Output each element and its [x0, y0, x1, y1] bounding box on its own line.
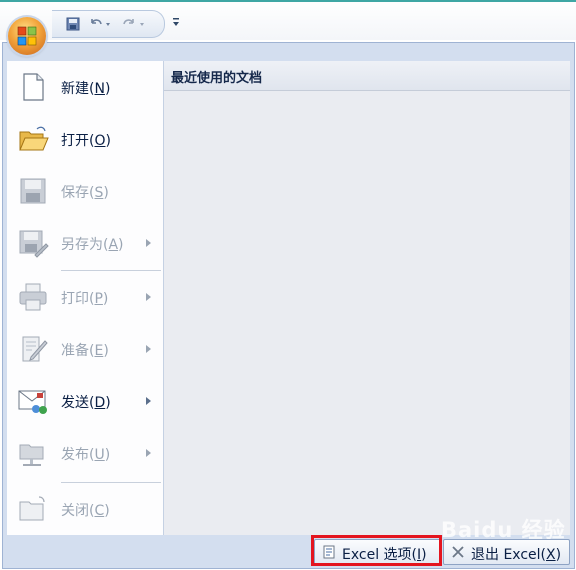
office-logo-icon	[17, 26, 37, 46]
menu-item-new[interactable]: 新建(N)	[7, 61, 163, 113]
print-icon	[19, 283, 47, 311]
recent-documents-panel: 最近使用的文档	[164, 61, 570, 535]
menu-item-publish[interactable]: 发布(U)	[7, 427, 163, 479]
menu-item-save[interactable]: 保存(S)	[7, 165, 163, 217]
redo-icon[interactable]	[120, 15, 150, 33]
close-folder-icon	[19, 496, 45, 521]
annotation-highlight-box	[311, 535, 442, 566]
menu-item-label: 关闭(C)	[61, 503, 110, 519]
window-top-border	[0, 0, 576, 2]
exit-icon	[452, 546, 464, 558]
menu-item-label: 发送(D)	[61, 395, 111, 411]
menu-item-open[interactable]: 打开(O)	[7, 113, 163, 165]
menu-item-close[interactable]: 关闭(C)	[7, 483, 163, 535]
office-menu: 新建(N) 打开(O) 保存(S) 另存为(A) 打印(P) 准备(E) 发送(…	[2, 42, 575, 569]
menu-item-label: 打印(P)	[61, 291, 109, 307]
menu-item-label: 保存(S)	[61, 185, 109, 201]
save-icon	[20, 178, 46, 204]
recent-documents-header: 最近使用的文档	[164, 61, 570, 91]
submenu-arrow-icon	[146, 239, 151, 247]
menu-item-label: 新建(N)	[61, 81, 111, 97]
menu-commands-panel: 新建(N) 打开(O) 保存(S) 另存为(A) 打印(P) 准备(E) 发送(…	[7, 61, 164, 535]
exit-excel-label: 退出 Excel(X)	[471, 547, 562, 563]
open-folder-icon	[19, 126, 49, 151]
office-button[interactable]	[8, 17, 46, 55]
menu-item-prepare[interactable]: 准备(E)	[7, 323, 163, 375]
send-icon	[18, 390, 47, 414]
publish-icon	[19, 444, 44, 466]
menu-item-print[interactable]: 打印(P)	[7, 271, 163, 323]
recent-documents-title: 最近使用的文档	[171, 71, 263, 86]
menu-item-label: 发布(U)	[61, 447, 111, 463]
menu-item-label: 另存为(A)	[61, 237, 124, 253]
watermark: Baidu 经验	[441, 518, 566, 542]
menu-item-save-as[interactable]: 另存为(A)	[7, 217, 163, 269]
submenu-arrow-icon	[146, 397, 151, 405]
save-icon[interactable]	[64, 15, 82, 33]
quick-access-toolbar	[52, 10, 165, 38]
menu-item-label: 准备(E)	[61, 343, 109, 359]
new-document-icon	[23, 73, 44, 101]
submenu-arrow-icon	[146, 293, 151, 301]
menu-item-send[interactable]: 发送(D)	[7, 375, 163, 427]
menu-item-label: 打开(O)	[61, 133, 111, 149]
prepare-icon	[22, 336, 48, 362]
undo-icon[interactable]	[87, 15, 113, 33]
save-as-icon	[19, 230, 49, 258]
customize-toolbar-icon[interactable]	[170, 14, 182, 30]
submenu-arrow-icon	[146, 345, 151, 353]
submenu-arrow-icon	[146, 449, 151, 457]
